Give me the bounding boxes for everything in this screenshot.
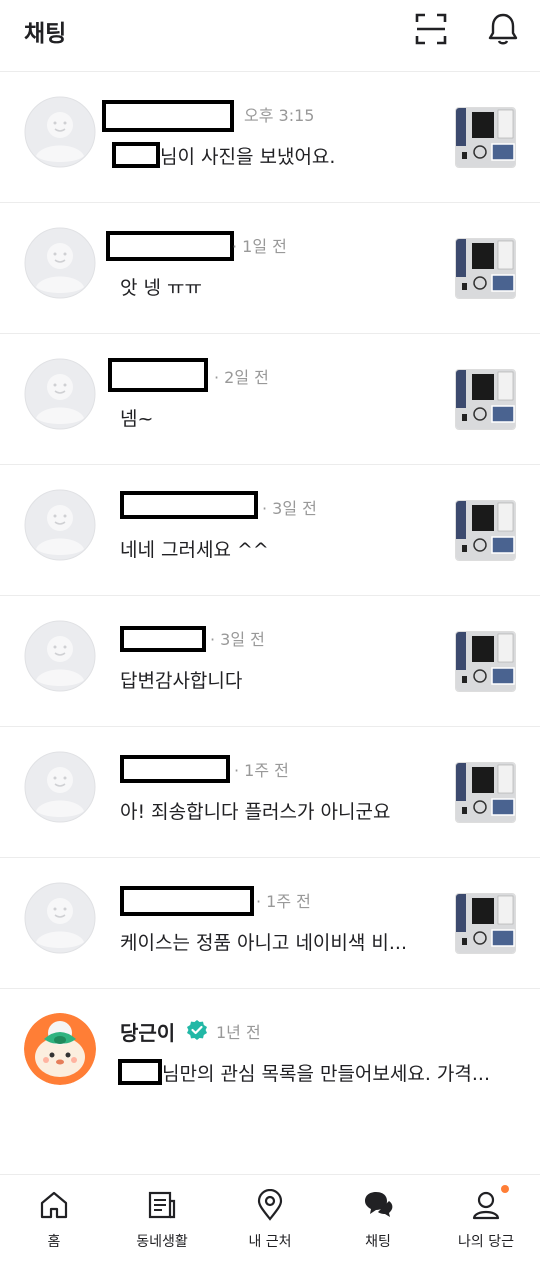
redacted-name [102,100,234,132]
item-thumbnail[interactable] [455,107,516,168]
news-icon [148,1191,176,1219]
default-avatar-icon [24,882,96,954]
tab-home[interactable]: 홈 [0,1175,108,1263]
chat-bubbles-icon [365,1192,393,1217]
chat-preview: 아! 죄송합니다 플러스가 아니군요 [120,801,391,823]
chat-time: · 2일 전 [214,368,269,387]
chat-time: · 3일 전 [262,499,317,518]
redacted-name [108,358,208,392]
person-icon [472,1191,500,1220]
home-icon [40,1191,68,1219]
default-avatar-icon [24,96,96,168]
scan-icon[interactable] [415,12,447,46]
chat-time: · 1주 전 [234,761,289,780]
chat-row[interactable]: · 3일 전 네네 그러세요 ^^ [0,465,540,596]
redacted-name-inline [118,1059,162,1085]
chat-row-official[interactable]: 당근이 1년 전 님만의 관심 목록을 만들어보세요. 가격... [0,989,540,1120]
default-avatar-icon [24,489,96,561]
default-avatar-icon [24,751,96,823]
chat-row[interactable]: · 1주 전 케이스는 정품 아니고 네이비색 비... [0,858,540,989]
chat-row[interactable]: · 2일 전 넴~ [0,334,540,465]
app-header: 채팅 [0,0,540,72]
tab-label: 동네생활 [136,1234,188,1250]
chat-preview: 네네 그러세요 ^^ [120,539,269,561]
tab-nearby[interactable]: 내 근처 [216,1175,324,1263]
redacted-name-inline [112,142,160,168]
chat-time: · 1일 전 [232,237,287,256]
chat-time: · 1주 전 [256,892,311,911]
chat-preview: 넴~ [120,408,154,430]
item-thumbnail[interactable] [455,369,516,430]
tab-label: 홈 [47,1234,61,1250]
chat-time: 1년 전 [216,1023,261,1042]
chat-time: 오후 3:15 [244,106,315,125]
chat-row[interactable]: · 3일 전 답변감사합니다 [0,596,540,727]
chat-preview: 답변감사합니다 [120,670,243,692]
carrot-mascot-avatar-icon [24,1013,96,1085]
default-avatar-icon [24,227,96,299]
redacted-name [120,626,206,652]
item-thumbnail[interactable] [455,500,516,561]
chat-row[interactable]: · 1일 전 앗 넹 ㅠㅠ [0,203,540,334]
chat-preview: 님이 사진을 보냈어요. [160,146,336,168]
tab-chat[interactable]: 채팅 [324,1175,432,1263]
tab-my-carrot[interactable]: 나의 당근 [432,1175,540,1263]
redacted-name [120,755,230,783]
verified-badge-icon [187,1020,207,1040]
redacted-name [106,231,234,261]
page-title: 채팅 [24,21,67,47]
tab-label: 내 근처 [248,1234,292,1250]
default-avatar-icon [24,358,96,430]
tab-community[interactable]: 동네생활 [108,1175,216,1263]
notification-dot [501,1185,509,1193]
redacted-name [120,886,254,916]
item-thumbnail[interactable] [455,238,516,299]
chat-list: 오후 3:15 님이 사진을 보냈어요. · 1일 전 앗 넹 ㅠㅠ · 2일 … [0,72,540,1120]
bell-icon[interactable] [487,12,519,46]
chat-preview: 님만의 관심 목록을 만들어보세요. 가격... [162,1063,490,1085]
chat-preview: 앗 넹 ㅠㅠ [120,277,202,299]
sender-name: 당근이 [120,1021,176,1045]
default-avatar-icon [24,620,96,692]
chat-time: · 3일 전 [210,630,265,649]
chat-row[interactable]: 오후 3:15 님이 사진을 보냈어요. [0,72,540,203]
item-thumbnail[interactable] [455,893,516,954]
item-thumbnail[interactable] [455,631,516,692]
tab-label: 나의 당근 [458,1234,514,1250]
chat-preview: 케이스는 정품 아니고 네이비색 비... [120,932,407,954]
bottom-tab-bar: 홈 동네생활 내 근처 채팅 나의 당근 [0,1174,540,1262]
location-pin-icon [257,1189,283,1221]
item-thumbnail[interactable] [455,762,516,823]
chat-row[interactable]: · 1주 전 아! 죄송합니다 플러스가 아니군요 [0,727,540,858]
redacted-name [120,491,258,519]
tab-label: 채팅 [365,1234,391,1250]
